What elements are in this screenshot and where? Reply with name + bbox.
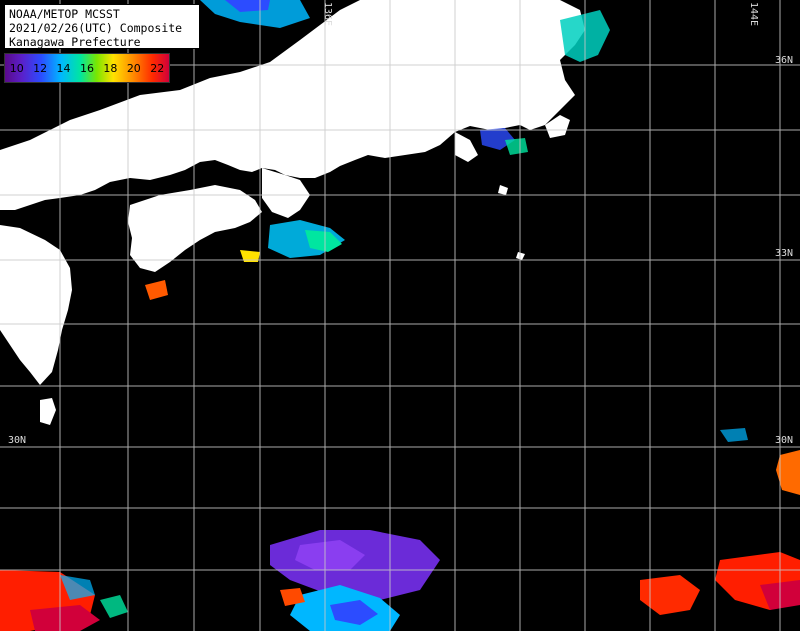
lon-label-136: 136E (322, 2, 333, 27)
legend-label-12: 12 (33, 62, 48, 75)
lat-label-33: 33N (775, 248, 794, 259)
map-header: NOAA/METOP MCSST 2021/02/26(UTC) Composi… (4, 4, 200, 49)
lat-label-30-right: 30N (775, 435, 794, 446)
legend-label-10: 10 (9, 62, 24, 75)
sst-map (0, 0, 800, 631)
lat-label-36: 36N (775, 55, 794, 66)
lon-label-144: 144E (748, 2, 759, 27)
legend-label-14: 14 (56, 62, 71, 75)
temperature-legend: 10 12 14 16 18 20 22 (4, 53, 170, 83)
legend-label-22: 22 (150, 62, 165, 75)
lat-label-30-left: 30N (8, 435, 27, 446)
legend-label-18: 18 (103, 62, 118, 75)
legend-label-16: 16 (79, 62, 94, 75)
header-line-3: Kanagawa Prefecture (9, 35, 141, 49)
legend-label-20: 20 (126, 62, 141, 75)
header-line-2: 2021/02/26(UTC) Composite (9, 21, 183, 35)
header-line-1: NOAA/METOP MCSST (9, 7, 120, 21)
